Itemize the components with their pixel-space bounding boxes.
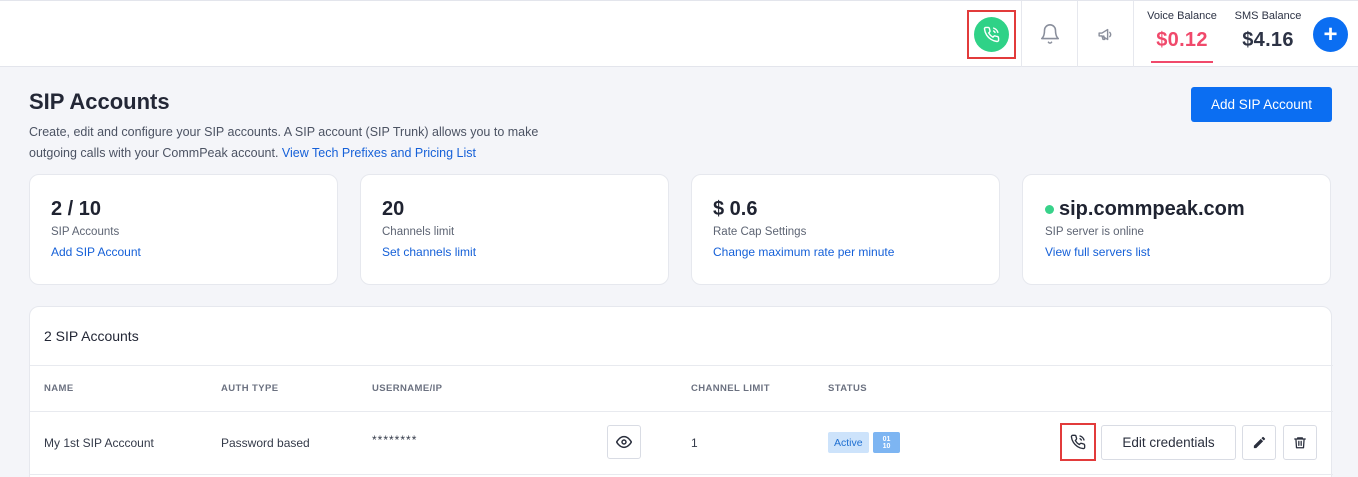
voice-balance-underline bbox=[1151, 61, 1213, 63]
add-sip-account-button[interactable]: Add SIP Account bbox=[1191, 87, 1332, 122]
divider bbox=[30, 411, 1333, 412]
stat-label: Channels limit bbox=[382, 226, 455, 238]
add-sip-account-link[interactable]: Add SIP Account bbox=[51, 245, 337, 259]
trash-icon bbox=[1294, 437, 1306, 449]
page-title: SIP Accounts bbox=[29, 89, 170, 114]
phone-call-icon bbox=[983, 26, 1000, 43]
column-header-name: NAME bbox=[44, 383, 74, 394]
notifications-button[interactable] bbox=[1022, 1, 1077, 67]
edit-credentials-button[interactable]: Edit credentials bbox=[1101, 425, 1236, 460]
call-button-highlight[interactable] bbox=[967, 10, 1016, 59]
table-title: 2 SIP Accounts bbox=[44, 328, 139, 344]
bell-icon bbox=[1040, 24, 1059, 44]
voice-balance-value: $0.12 bbox=[1156, 29, 1208, 51]
stat-card-rate-cap: $ 0.6 Rate Cap Settings Change maximum r… bbox=[691, 174, 1000, 285]
stat-label: SIP server is online bbox=[1045, 226, 1144, 238]
stat-card-sip-server: sip.commpeak.com SIP server is online Vi… bbox=[1022, 174, 1331, 285]
show-password-button[interactable] bbox=[607, 425, 641, 459]
phone-call-icon bbox=[1070, 434, 1086, 450]
column-header-channel-limit: CHANNEL LIMIT bbox=[691, 383, 770, 394]
sms-balance-value: $4.16 bbox=[1242, 29, 1294, 51]
stat-card-channels: 20 Channels limit Set channels limit bbox=[360, 174, 669, 285]
row-name: My 1st SIP Acccount bbox=[44, 436, 154, 450]
column-header-username: USERNAME/IP bbox=[372, 383, 443, 394]
divider bbox=[1133, 1, 1134, 67]
add-plus-button[interactable]: + bbox=[1313, 17, 1348, 52]
megaphone-icon bbox=[1098, 28, 1112, 40]
status-code-badge: 01 10 bbox=[873, 432, 900, 453]
stat-value: 20 bbox=[382, 198, 405, 220]
sip-server-host: sip.commpeak.com bbox=[1059, 198, 1245, 220]
stat-label: Rate Cap Settings bbox=[713, 226, 807, 238]
edit-button[interactable] bbox=[1242, 425, 1276, 460]
sms-balance[interactable]: SMS Balance $4.16 bbox=[1232, 1, 1304, 67]
stat-value: $ 0.6 bbox=[713, 198, 758, 220]
row-username: ******** bbox=[372, 433, 418, 447]
status-badge: Active bbox=[828, 432, 869, 453]
stat-card-sip-accounts: 2 / 10 SIP Accounts Add SIP Account bbox=[29, 174, 338, 285]
voice-balance-label: Voice Balance bbox=[1147, 10, 1217, 22]
row-channel-limit: 1 bbox=[691, 436, 698, 450]
set-channels-limit-link[interactable]: Set channels limit bbox=[382, 245, 668, 259]
online-status-dot bbox=[1045, 204, 1054, 214]
change-rate-link[interactable]: Change maximum rate per minute bbox=[713, 245, 999, 259]
announcements-button[interactable] bbox=[1078, 1, 1133, 67]
delete-button[interactable] bbox=[1283, 425, 1317, 460]
stat-value: 2 / 10 bbox=[51, 198, 102, 220]
page-description: Create, edit and configure your SIP acco… bbox=[29, 122, 549, 164]
eye-icon bbox=[616, 435, 632, 449]
row-auth-type: Password based bbox=[221, 436, 310, 450]
sip-server-value: sip.commpeak.com bbox=[1045, 197, 1330, 221]
stat-label: SIP Accounts bbox=[51, 226, 120, 238]
sip-accounts-table: 2 SIP Accounts NAME AUTH TYPE USERNAME/I… bbox=[29, 306, 1333, 477]
divider bbox=[30, 474, 1333, 475]
test-call-button[interactable] bbox=[1060, 423, 1096, 461]
tech-prefixes-link[interactable]: View Tech Prefixes and Pricing List bbox=[282, 146, 476, 160]
voice-balance[interactable]: Voice Balance $0.12 bbox=[1142, 1, 1222, 67]
plus-icon: + bbox=[1323, 20, 1338, 48]
binary-code-icon: 01 10 bbox=[882, 435, 891, 450]
divider bbox=[30, 365, 1333, 366]
column-header-auth-type: AUTH TYPE bbox=[221, 383, 279, 394]
sms-balance-label: SMS Balance bbox=[1234, 10, 1302, 22]
view-servers-link[interactable]: View full servers list bbox=[1045, 245, 1330, 259]
column-header-status: STATUS bbox=[828, 383, 867, 394]
pencil-icon bbox=[1253, 436, 1265, 449]
call-button[interactable] bbox=[974, 17, 1009, 52]
top-bar: Voice Balance $0.12 SMS Balance $4.16 + bbox=[0, 0, 1358, 67]
